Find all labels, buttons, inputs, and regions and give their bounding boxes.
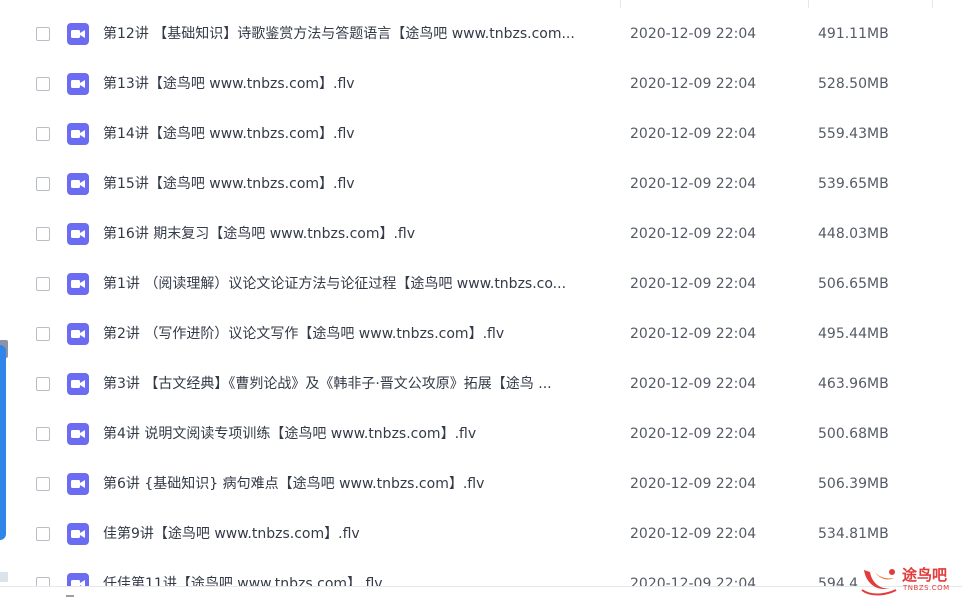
file-name[interactable]: 第6讲 {基础知识} 病句难点【途鸟吧 www.tnbzs.com】.flv bbox=[103, 459, 608, 509]
file-row[interactable]: 第16讲 期末复习【途鸟吧 www.tnbzs.com】.flv 2020-12-… bbox=[0, 209, 962, 259]
video-file-icon bbox=[67, 73, 89, 95]
horizontal-scrollbar[interactable] bbox=[0, 586, 962, 600]
file-manager-window: 第12讲 【基础知识】诗歌鉴赏方法与答题语言【途鸟吧 www.tnbzs.com… bbox=[0, 0, 962, 600]
list-header bbox=[0, 0, 962, 8]
video-file-icon bbox=[67, 423, 89, 445]
file-name[interactable]: 第15讲【途鸟吧 www.tnbzs.com】.flv bbox=[103, 159, 608, 209]
video-file-icon bbox=[67, 373, 89, 395]
file-size: 448.03MB bbox=[818, 226, 889, 242]
file-modified-date: 2020-12-09 22:04 bbox=[630, 26, 757, 42]
file-modified-date: 2020-12-09 22:04 bbox=[630, 526, 757, 542]
file-modified-date: 2020-12-09 22:04 bbox=[630, 476, 757, 492]
file-row[interactable]: 第1讲 （阅读理解）议论文论证方法与论征过程【途鸟吧 www.tnbzs.co.… bbox=[0, 259, 962, 309]
file-list: 第12讲 【基础知识】诗歌鉴赏方法与答题语言【途鸟吧 www.tnbzs.com… bbox=[0, 9, 962, 600]
video-file-icon bbox=[67, 173, 89, 195]
file-row[interactable]: 佳第9讲【途鸟吧 www.tnbzs.com】.flv 2020-12-09 22… bbox=[0, 509, 962, 559]
file-row[interactable]: 第14讲【途鸟吧 www.tnbzs.com】.flv 2020-12-09 22… bbox=[0, 109, 962, 159]
watermark-logo: 途鸟吧 TNBZS.COM bbox=[860, 560, 960, 598]
file-size: 539.65MB bbox=[818, 176, 889, 192]
file-modified-date: 2020-12-09 22:04 bbox=[630, 176, 757, 192]
video-file-icon bbox=[67, 473, 89, 495]
row-checkbox[interactable] bbox=[36, 377, 50, 391]
row-checkbox[interactable] bbox=[36, 427, 50, 441]
video-file-icon bbox=[67, 23, 89, 45]
file-row[interactable]: 第2讲 （写作进阶）议论文写作【途鸟吧 www.tnbzs.com】.flv 20… bbox=[0, 309, 962, 359]
file-size: 491.11MB bbox=[818, 26, 889, 42]
file-modified-date: 2020-12-09 22:04 bbox=[630, 326, 757, 342]
file-row[interactable]: 第13讲【途鸟吧 www.tnbzs.com】.flv 2020-12-09 22… bbox=[0, 59, 962, 109]
video-file-icon bbox=[67, 523, 89, 545]
row-checkbox[interactable] bbox=[36, 177, 50, 191]
row-checkbox[interactable] bbox=[36, 27, 50, 41]
video-file-icon bbox=[67, 323, 89, 345]
file-name[interactable]: 第16讲 期末复习【途鸟吧 www.tnbzs.com】.flv bbox=[103, 209, 608, 259]
row-checkbox[interactable] bbox=[36, 327, 50, 341]
header-column-separator[interactable] bbox=[808, 0, 809, 8]
file-modified-date: 2020-12-09 22:04 bbox=[630, 426, 757, 442]
watermark-subtext: TNBZS.COM bbox=[903, 584, 950, 592]
file-row[interactable]: 第6讲 {基础知识} 病句难点【途鸟吧 www.tnbzs.com】.flv 20… bbox=[0, 459, 962, 509]
file-name[interactable]: 佳第9讲【途鸟吧 www.tnbzs.com】.flv bbox=[103, 509, 608, 559]
file-row[interactable]: 第12讲 【基础知识】诗歌鉴赏方法与答题语言【途鸟吧 www.tnbzs.com… bbox=[0, 9, 962, 59]
row-checkbox[interactable] bbox=[36, 527, 50, 541]
file-size: 534.81MB bbox=[818, 526, 889, 542]
row-checkbox[interactable] bbox=[36, 277, 50, 291]
file-size: 500.68MB bbox=[818, 426, 889, 442]
video-file-icon bbox=[67, 123, 89, 145]
file-size: 495.44MB bbox=[818, 326, 889, 342]
file-name[interactable]: 第12讲 【基础知识】诗歌鉴赏方法与答题语言【途鸟吧 www.tnbzs.com… bbox=[103, 9, 608, 59]
file-modified-date: 2020-12-09 22:04 bbox=[630, 376, 757, 392]
file-modified-date: 2020-12-09 22:04 bbox=[630, 126, 757, 142]
file-size: 506.65MB bbox=[818, 276, 889, 292]
row-checkbox[interactable] bbox=[36, 127, 50, 141]
header-column-separator[interactable] bbox=[620, 0, 621, 8]
watermark-text: 途鸟吧 bbox=[902, 566, 948, 584]
file-name[interactable]: 第13讲【途鸟吧 www.tnbzs.com】.flv bbox=[103, 59, 608, 109]
file-modified-date: 2020-12-09 22:04 bbox=[630, 276, 757, 292]
video-file-icon bbox=[67, 273, 89, 295]
bird-logo-icon bbox=[861, 566, 897, 596]
file-name[interactable]: 第3讲 【古文经典】《曹刿论战》及《韩非子·晋文公攻原》拓展【途鸟 ... bbox=[103, 359, 608, 409]
scroll-thumb[interactable] bbox=[66, 595, 74, 597]
file-size: 559.43MB bbox=[818, 126, 889, 142]
file-modified-date: 2020-12-09 22:04 bbox=[630, 76, 757, 92]
row-checkbox[interactable] bbox=[36, 77, 50, 91]
video-file-icon bbox=[67, 223, 89, 245]
file-row[interactable]: 第15讲【途鸟吧 www.tnbzs.com】.flv 2020-12-09 22… bbox=[0, 159, 962, 209]
file-name[interactable]: 第14讲【途鸟吧 www.tnbzs.com】.flv bbox=[103, 109, 608, 159]
header-column-separator[interactable] bbox=[932, 0, 933, 8]
file-row[interactable]: 第3讲 【古文经典】《曹刿论战》及《韩非子·晋文公攻原》拓展【途鸟 ... 202… bbox=[0, 359, 962, 409]
row-checkbox[interactable] bbox=[36, 477, 50, 491]
file-name[interactable]: 第4讲 说明文阅读专项训练【途鸟吧 www.tnbzs.com】.flv bbox=[103, 409, 608, 459]
file-modified-date: 2020-12-09 22:04 bbox=[630, 226, 757, 242]
file-size: 528.50MB bbox=[818, 76, 889, 92]
file-size: 463.96MB bbox=[818, 376, 889, 392]
file-row[interactable]: 第4讲 说明文阅读专项训练【途鸟吧 www.tnbzs.com】.flv 2020… bbox=[0, 409, 962, 459]
file-name[interactable]: 第1讲 （阅读理解）议论文论证方法与论征过程【途鸟吧 www.tnbzs.co.… bbox=[103, 259, 608, 309]
file-name[interactable]: 第2讲 （写作进阶）议论文写作【途鸟吧 www.tnbzs.com】.flv bbox=[103, 309, 608, 359]
file-size: 506.39MB bbox=[818, 476, 889, 492]
row-checkbox[interactable] bbox=[36, 227, 50, 241]
